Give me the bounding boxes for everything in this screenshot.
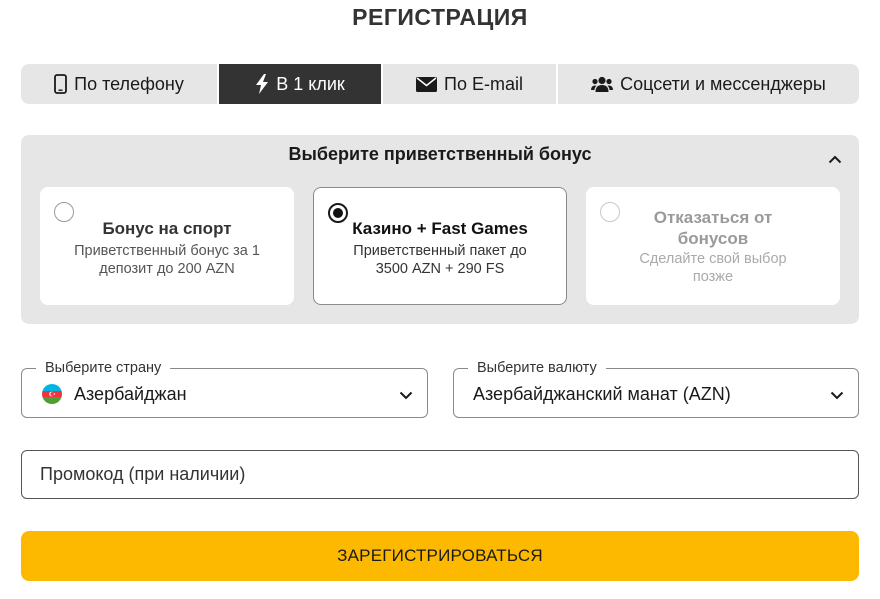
phone-icon	[54, 74, 68, 94]
country-select[interactable]: Выберите страну Азербайджан	[21, 359, 428, 418]
country-select-value: Азербайджан	[74, 384, 187, 404]
users-icon	[591, 76, 614, 92]
bonus-casino-title: Казино + Fast Games	[352, 219, 528, 238]
bonus-decline-title: Отказаться от бонусов	[653, 208, 773, 248]
register-button[interactable]: ЗАРЕГИСТРИРОВАТЬСЯ	[21, 531, 859, 581]
tab-phone-label: По телефону	[74, 73, 184, 94]
bonus-option-casino[interactable]: Казино + Fast Games Приветственный пакет…	[313, 187, 567, 305]
tab-phone[interactable]: По телефону	[21, 64, 217, 104]
bonus-option-decline[interactable]: Отказаться от бонусов Сделайте свой выбо…	[586, 187, 840, 305]
currency-select-label: Выберите валюту	[468, 359, 606, 377]
bonus-heading: Выберите приветственный бонус	[288, 144, 592, 164]
promo-code-input[interactable]	[21, 450, 859, 499]
tab-one-click-label: В 1 клик	[276, 73, 345, 94]
bonus-casino-description: Приветственный пакет до 3500 AZN + 290 F…	[353, 243, 527, 277]
currency-select[interactable]: Выберите валюту Азербайджанский манат (A…	[453, 359, 859, 418]
tab-email-label: По E-mail	[444, 73, 523, 94]
envelope-icon	[416, 76, 438, 92]
chevron-down-icon	[399, 387, 413, 405]
lightning-icon	[255, 74, 269, 94]
chevron-down-icon	[830, 387, 844, 405]
chevron-up-icon[interactable]	[828, 151, 842, 169]
tab-social-label: Соцсети и мессенджеры	[620, 73, 826, 94]
country-select-label: Выберите страну	[36, 359, 171, 377]
page-title: РЕГИСТРАЦИЯ	[352, 4, 528, 30]
bonus-sport-title: Бонус на спорт	[102, 219, 232, 238]
tab-email[interactable]: По E-mail	[381, 64, 556, 104]
registration-method-tabs: По телефону В 1 клик По E-mail Соцсети и…	[21, 64, 859, 104]
azerbaijan-flag-icon	[42, 384, 62, 404]
bonus-panel: Выберите приветственный бонус Бонус на с…	[21, 135, 859, 324]
tab-social[interactable]: Соцсети и мессенджеры	[556, 64, 859, 104]
bonus-sport-description: Приветственный бонус за 1 депозит до 200…	[74, 243, 260, 277]
currency-select-value: Азербайджанский манат (AZN)	[473, 384, 731, 404]
tab-one-click[interactable]: В 1 клик	[217, 64, 381, 104]
bonus-decline-description: Сделайте свой выбор позже	[639, 251, 787, 285]
bonus-option-sport[interactable]: Бонус на спорт Приветственный бонус за 1…	[40, 187, 294, 305]
